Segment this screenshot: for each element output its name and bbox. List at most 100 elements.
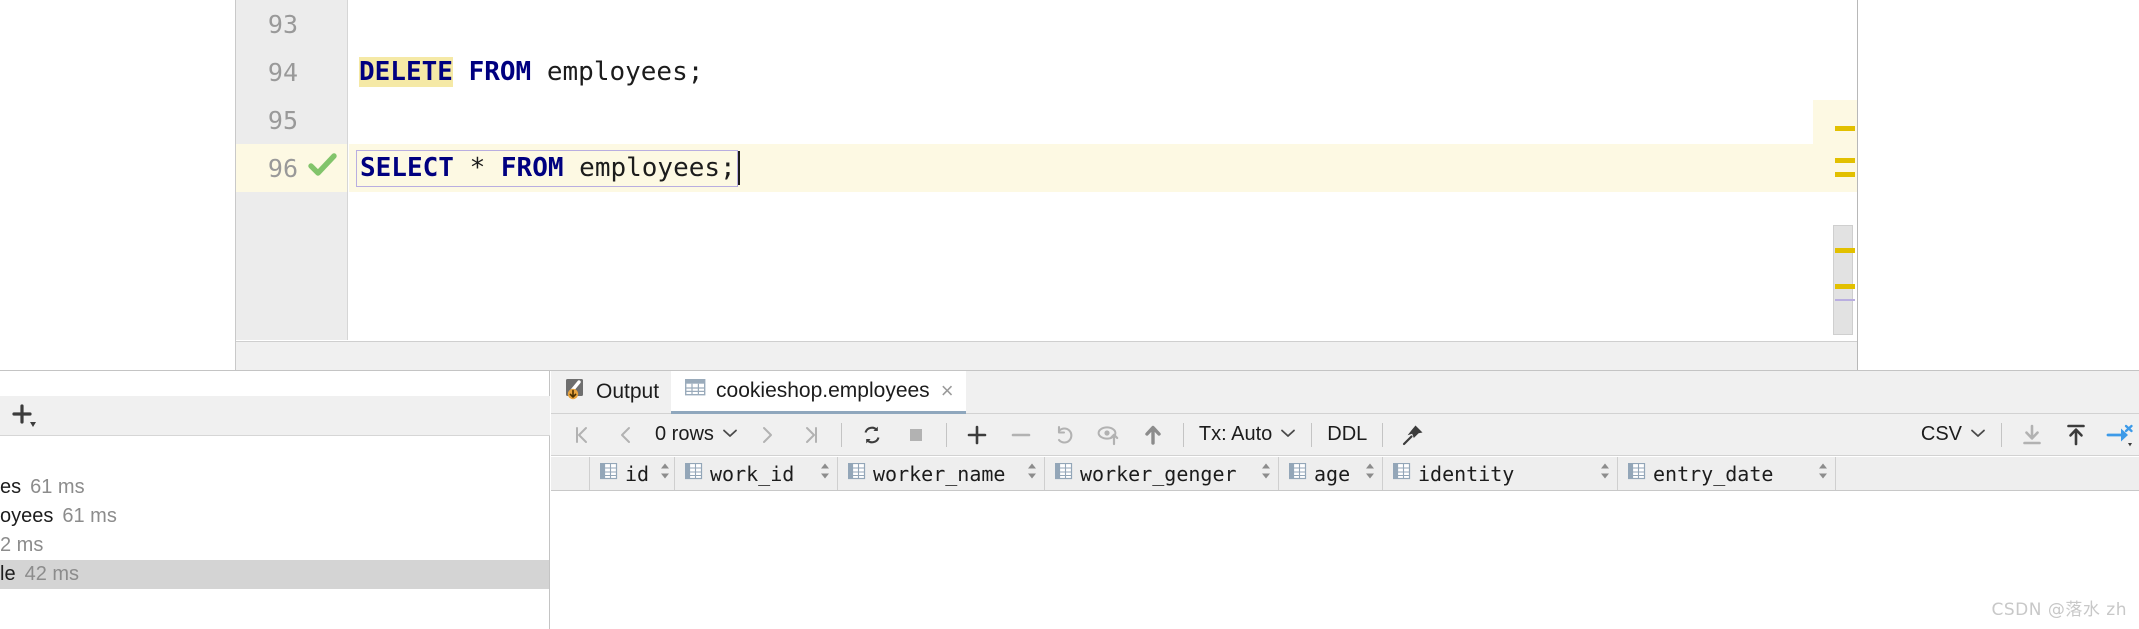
stripe-warning-marker[interactable] xyxy=(1835,172,1855,177)
stripe-caret-marker[interactable] xyxy=(1835,299,1855,301)
first-page-icon[interactable] xyxy=(560,414,604,456)
column-icon xyxy=(599,462,618,485)
last-page-icon[interactable] xyxy=(789,414,833,456)
list-item-selected[interactable]: le 42 ms xyxy=(0,560,549,589)
list-item-duration: 61 ms xyxy=(62,505,117,527)
data-extractor-icon[interactable] xyxy=(2098,414,2139,456)
revert-undo-icon[interactable] xyxy=(1043,414,1087,456)
sql-keyword-select: SELECT xyxy=(360,152,454,183)
code-line-current[interactable]: SELECT * FROM employees; xyxy=(349,144,1857,192)
result-panel: Output cookieshop.employees × 0 rows Tx:… xyxy=(551,370,2139,629)
list-item[interactable]: 2 ms xyxy=(0,531,549,560)
sort-indicator-icon[interactable] xyxy=(1589,462,1611,485)
next-page-icon[interactable] xyxy=(745,414,789,456)
sql-keyword-from: FROM xyxy=(500,152,564,183)
stripe-warning-marker[interactable] xyxy=(1835,158,1855,163)
line-number: 94 xyxy=(267,57,298,87)
line-number: 95 xyxy=(267,105,298,135)
plus-dropdown-icon[interactable] xyxy=(10,403,40,429)
transaction-mode-selector[interactable]: Tx: Auto xyxy=(1192,414,1303,456)
sort-indicator-icon[interactable] xyxy=(809,462,831,485)
column-header-age[interactable]: age xyxy=(1279,457,1383,490)
left-panel-header-spacer xyxy=(0,371,549,396)
tab-output[interactable]: Output xyxy=(551,371,671,414)
column-name: work_id xyxy=(710,461,795,486)
editor-marker-stripe[interactable] xyxy=(1813,0,1857,340)
code-line-text: DELETE FROM employees; xyxy=(349,57,703,87)
list-item[interactable]: es 61 ms xyxy=(0,473,549,502)
refresh-icon[interactable] xyxy=(850,414,894,456)
submit-upload-icon[interactable] xyxy=(1131,414,1175,456)
column-header-worker_genger[interactable]: worker_genger xyxy=(1045,457,1279,490)
gutter-row-current[interactable]: 96 xyxy=(236,144,347,192)
upload-to-db-icon[interactable] xyxy=(2054,414,2098,456)
grid-toolbar: 0 rows Tx: Auto DDL CSV xyxy=(551,414,2139,456)
sql-keyword-delete: DELETE xyxy=(359,57,453,87)
green-check-icon[interactable] xyxy=(308,152,338,184)
editor-pane[interactable]: 93 94 95 96 DELETE FROM employees; SELEC… xyxy=(235,0,1858,370)
add-row-icon[interactable] xyxy=(955,414,999,456)
bottom-tool-window: es 61 ms oyees 61 ms 2 ms le 42 ms Outpu… xyxy=(0,370,2139,629)
pin-icon[interactable] xyxy=(1391,414,1435,456)
stripe-warning-marker[interactable] xyxy=(1835,284,1855,289)
text-caret xyxy=(737,151,740,185)
stripe-warning-marker[interactable] xyxy=(1835,248,1855,253)
sort-indicator-icon[interactable] xyxy=(1250,462,1272,485)
line-number: 96 xyxy=(267,153,298,183)
list-item-duration: 61 ms xyxy=(30,476,85,498)
ddl-button[interactable]: DDL xyxy=(1320,414,1374,456)
download-icon[interactable] xyxy=(2010,414,2054,456)
column-header-identity[interactable]: identity xyxy=(1383,457,1618,490)
list-item[interactable]: oyees 61 ms xyxy=(0,502,549,531)
result-grid-header: id work_id worker_name worker_genger age… xyxy=(551,457,2139,491)
row-count-selector[interactable]: 0 rows xyxy=(648,414,745,456)
view-query-icon[interactable] xyxy=(1087,414,1131,456)
list-item-label: le xyxy=(0,563,16,585)
services-run-list[interactable]: es 61 ms oyees 61 ms 2 ms le 42 ms xyxy=(0,437,549,629)
tab-label: cookieshop.employees xyxy=(716,378,930,402)
column-name: age xyxy=(1314,461,1351,486)
code-line[interactable] xyxy=(349,96,1857,144)
delete-row-icon[interactable] xyxy=(999,414,1043,456)
sort-indicator-icon[interactable] xyxy=(1016,462,1038,485)
list-item-duration: 42 ms xyxy=(24,563,80,585)
toolbar-separator xyxy=(2001,422,2002,447)
column-name: id xyxy=(625,461,650,486)
stripe-warning-marker[interactable] xyxy=(1835,126,1855,131)
sort-indicator-icon[interactable] xyxy=(649,462,671,485)
sql-keyword-from: FROM xyxy=(468,57,532,87)
editor-gutter[interactable]: 93 94 95 96 xyxy=(236,0,348,340)
sort-indicator-icon[interactable] xyxy=(1354,462,1376,485)
scrollbar-thumb[interactable] xyxy=(1833,225,1853,335)
chevron-down-icon xyxy=(722,426,738,444)
gutter-row[interactable]: 94 xyxy=(236,48,347,96)
code-text-layer[interactable]: DELETE FROM employees; SELECT * FROM emp… xyxy=(349,0,1857,340)
code-line[interactable] xyxy=(349,0,1857,48)
column-header-id[interactable]: id xyxy=(590,457,675,490)
column-icon xyxy=(1054,462,1073,485)
statement-selection-box[interactable]: SELECT * FROM employees; xyxy=(356,149,738,187)
list-item-label: oyees xyxy=(0,505,54,527)
chevron-down-icon xyxy=(1280,426,1296,444)
column-icon xyxy=(1392,462,1411,485)
toolbar-separator xyxy=(1182,422,1184,447)
gutter-row[interactable]: 93 xyxy=(236,0,347,48)
sql-table-name: employees; xyxy=(531,57,704,87)
column-header-work_id[interactable]: work_id xyxy=(675,457,838,490)
code-line-text: SELECT * FROM employees; xyxy=(360,153,736,183)
gutter-row[interactable]: 95 xyxy=(236,96,347,144)
code-line[interactable]: DELETE FROM employees; xyxy=(349,48,1857,96)
column-header-entry_date[interactable]: entry_date xyxy=(1618,457,1836,490)
result-grid-body[interactable] xyxy=(551,491,2139,629)
close-icon[interactable]: × xyxy=(941,379,954,402)
toolbar-separator xyxy=(945,422,947,447)
services-panel: es 61 ms oyees 61 ms 2 ms le 42 ms xyxy=(0,371,550,629)
line-number: 93 xyxy=(267,9,298,39)
tab-cookieshop-employees[interactable]: cookieshop.employees × xyxy=(671,370,966,414)
stop-icon[interactable] xyxy=(894,414,938,456)
output-console-icon xyxy=(565,378,587,406)
column-header-worker_name[interactable]: worker_name xyxy=(838,457,1045,490)
export-format-selector[interactable]: CSV xyxy=(1914,414,1993,456)
sort-indicator-icon[interactable] xyxy=(1807,462,1829,485)
prev-page-icon[interactable] xyxy=(604,414,648,456)
